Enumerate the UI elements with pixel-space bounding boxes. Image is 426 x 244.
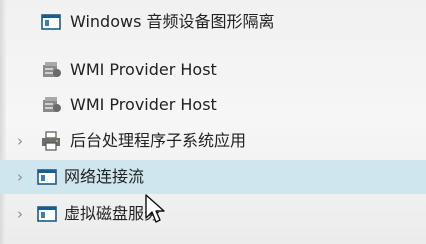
service-window-icon: [40, 11, 62, 33]
process-name: Windows 音频设备图形隔离: [70, 12, 275, 31]
process-row-wmi-provider-host-2[interactable]: WMI Provider Host: [0, 88, 426, 122]
process-row-windows-audio[interactable]: Windows 音频设备图形隔离: [0, 5, 426, 39]
wmi-host-icon: [40, 94, 62, 116]
process-name: 后台处理程序子系统应用: [70, 131, 247, 150]
process-list[interactable]: Windows 音频设备图形隔离 WMI Provider Host WMI P…: [0, 0, 426, 244]
chevron-right-icon[interactable]: ›: [14, 133, 26, 149]
task-manager-process-list-screen: Windows 音频设备图形隔离 WMI Provider Host WMI P…: [0, 0, 426, 244]
process-row-spooler-subsystem[interactable]: › 后台处理程序子系统应用: [0, 124, 426, 158]
process-row-virtual-disk-service[interactable]: › 虚拟磁盘服务: [0, 197, 426, 231]
process-row-wmi-provider-host-1[interactable]: WMI Provider Host: [0, 53, 426, 87]
chevron-right-icon[interactable]: ›: [14, 169, 26, 185]
service-window-icon: [36, 203, 58, 225]
chevron-right-icon[interactable]: ›: [14, 206, 26, 222]
printer-icon: [40, 130, 62, 152]
wmi-host-icon: [40, 59, 62, 81]
service-window-icon: [36, 166, 58, 188]
process-name: 网络连接流: [64, 167, 145, 186]
process-name: WMI Provider Host: [70, 95, 217, 114]
process-row-network-connection-flow[interactable]: › 网络连接流: [0, 160, 426, 194]
mouse-pointer-icon: [145, 194, 165, 224]
process-name: WMI Provider Host: [70, 60, 217, 79]
